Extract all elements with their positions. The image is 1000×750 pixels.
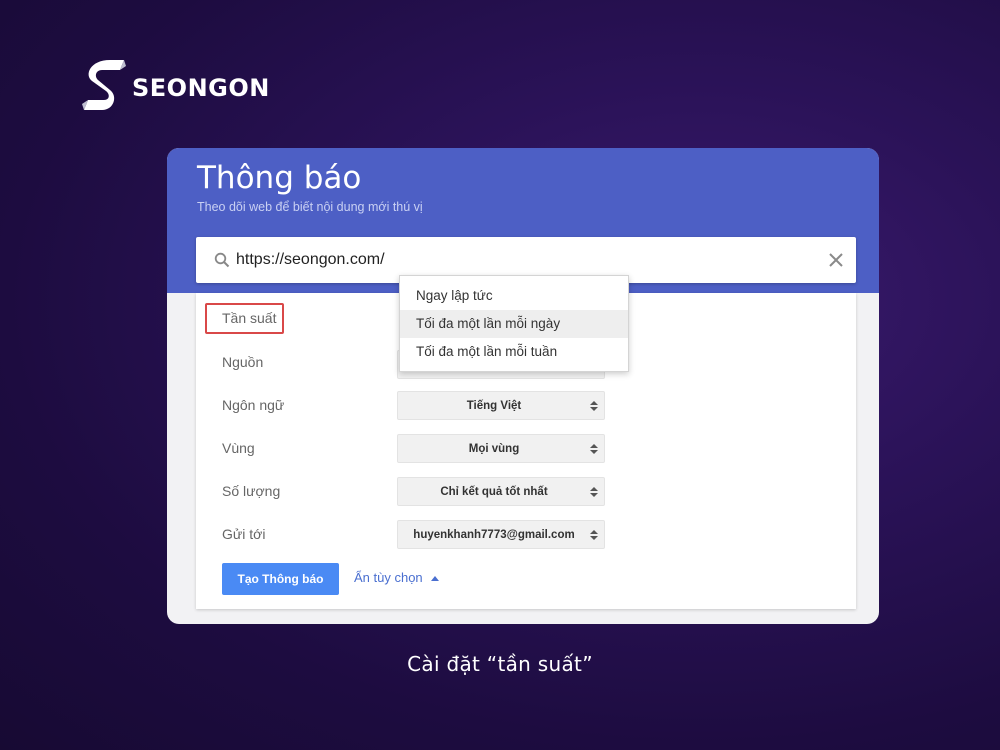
card-header: Thông báo Theo dõi web để biết nội dung … [167,148,879,293]
quantity-select[interactable]: Chỉ kết quả tốt nhất [397,477,605,506]
search-icon [214,252,230,268]
send-to-label: Gửi tới [222,526,266,542]
region-select[interactable]: Mọi vùng [397,434,605,463]
seongon-logo-icon [82,60,126,110]
caret-up-icon [430,575,439,581]
hide-options-link[interactable]: Ẩn tùy chọn [354,570,439,585]
page-title: Thông báo [197,160,362,196]
language-label: Ngôn ngữ [222,397,285,413]
image-caption: Cài đặt “tần suất” [407,652,593,676]
frequency-option-weekly[interactable]: Tối đa một lần mỗi tuần [400,338,628,366]
select-arrows-icon [590,444,598,454]
frequency-label: Tần suất [222,310,277,326]
source-label: Nguồn [222,354,264,370]
language-select-value: Tiếng Việt [466,399,522,412]
create-alert-button[interactable]: Tạo Thông báo [222,563,339,595]
brand-name: SEONGON [132,74,270,102]
region-label: Vùng [222,440,255,456]
page-subtitle: Theo dõi web để biết nội dung mới thú vị [197,200,423,214]
select-arrows-icon [590,401,598,411]
brand-logo: SEONGON [80,56,270,114]
select-arrows-icon [590,487,598,497]
language-select[interactable]: Tiếng Việt [397,391,605,420]
send-to-select-value: huyenkhanh7773@gmail.com [413,528,575,541]
region-select-value: Mọi vùng [468,442,520,455]
quantity-label: Số lượng [222,483,281,499]
send-to-select[interactable]: huyenkhanh7773@gmail.com [397,520,605,549]
frequency-dropdown: Ngay lập tức Tối đa một lần mỗi ngày Tối… [399,275,629,372]
quantity-select-value: Chỉ kết quả tốt nhất [440,485,548,498]
close-icon[interactable] [828,252,844,268]
hide-options-label: Ẩn tùy chọn [354,570,423,585]
select-arrows-icon [590,530,598,540]
search-input[interactable] [236,249,796,271]
frequency-option-immediate[interactable]: Ngay lập tức [400,282,628,310]
google-alerts-card: Thông báo Theo dõi web để biết nội dung … [167,148,879,624]
frequency-option-daily[interactable]: Tối đa một lần mỗi ngày [400,310,628,338]
